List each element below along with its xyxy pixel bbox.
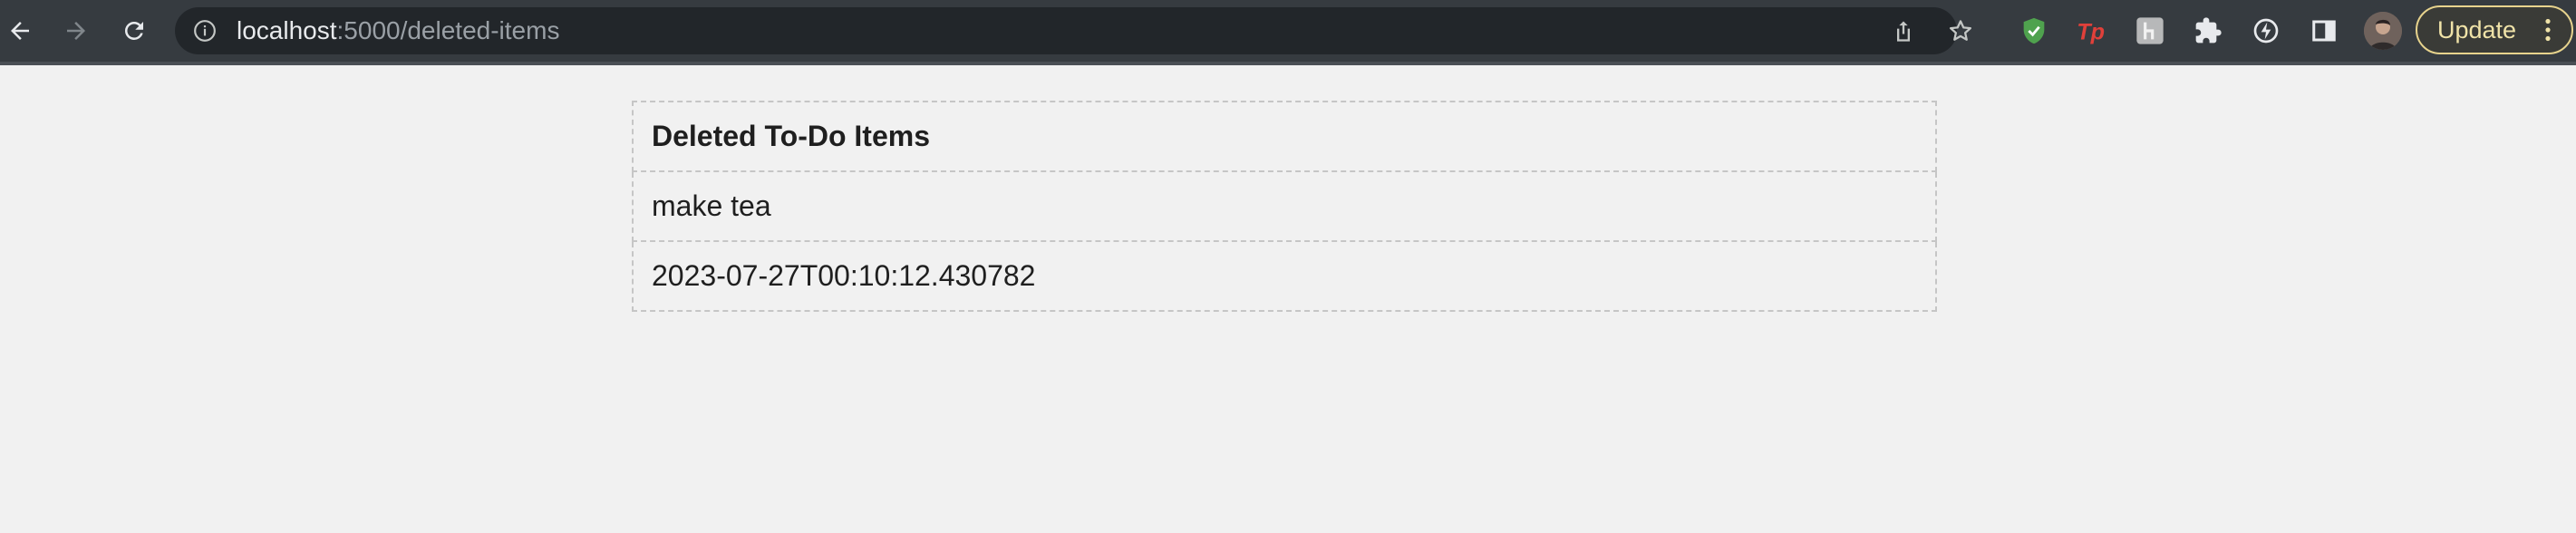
shield-check-icon[interactable]: [2018, 15, 2050, 47]
table-row: make tea: [632, 170, 1937, 242]
share-icon[interactable]: [1891, 18, 1916, 44]
update-label: Update: [2437, 16, 2517, 44]
sync-icon[interactable]: [2250, 15, 2282, 47]
reload-icon: [124, 21, 143, 40]
tp-extension-icon[interactable]: Tp: [2076, 15, 2108, 47]
profile-avatar[interactable]: [2364, 12, 2402, 50]
update-button[interactable]: Update: [2416, 5, 2573, 54]
star-icon[interactable]: [1947, 17, 1974, 44]
h-extension-icon[interactable]: [2134, 15, 2166, 47]
browser-toolbar: localhost:5000/deleted-items Tp Update: [0, 0, 2576, 65]
forward-button[interactable]: [58, 13, 94, 49]
url-text[interactable]: localhost:5000/deleted-items: [237, 7, 559, 54]
table-header-row: Deleted To-Do Items: [632, 101, 1937, 172]
arrow-right-icon: [67, 22, 85, 40]
table-cell: 2023-07-27T00:10:12.430782: [632, 240, 1937, 312]
table-row: 2023-07-27T00:10:12.430782: [632, 240, 1937, 312]
side-panel-icon[interactable]: [2308, 15, 2340, 47]
puzzle-icon[interactable]: [2192, 15, 2224, 47]
deleted-items-table-container: Deleted To-Do Items make tea 2023-07-27T…: [632, 101, 1937, 312]
address-bar[interactable]: localhost:5000/deleted-items: [175, 7, 1971, 54]
table-header: Deleted To-Do Items: [632, 101, 1937, 172]
info-icon[interactable]: [193, 19, 217, 43]
more-menu-icon[interactable]: [2544, 18, 2552, 42]
table-cell: make tea: [632, 170, 1937, 242]
deleted-items-table: Deleted To-Do Items make tea 2023-07-27T…: [632, 101, 1937, 312]
url-path: :5000/deleted-items: [336, 16, 560, 44]
reload-button[interactable]: [116, 13, 152, 49]
back-button[interactable]: [2, 13, 38, 49]
url-host: localhost: [237, 16, 337, 44]
svg-text:Tp: Tp: [2077, 20, 2105, 45]
arrow-left-icon: [11, 22, 29, 40]
